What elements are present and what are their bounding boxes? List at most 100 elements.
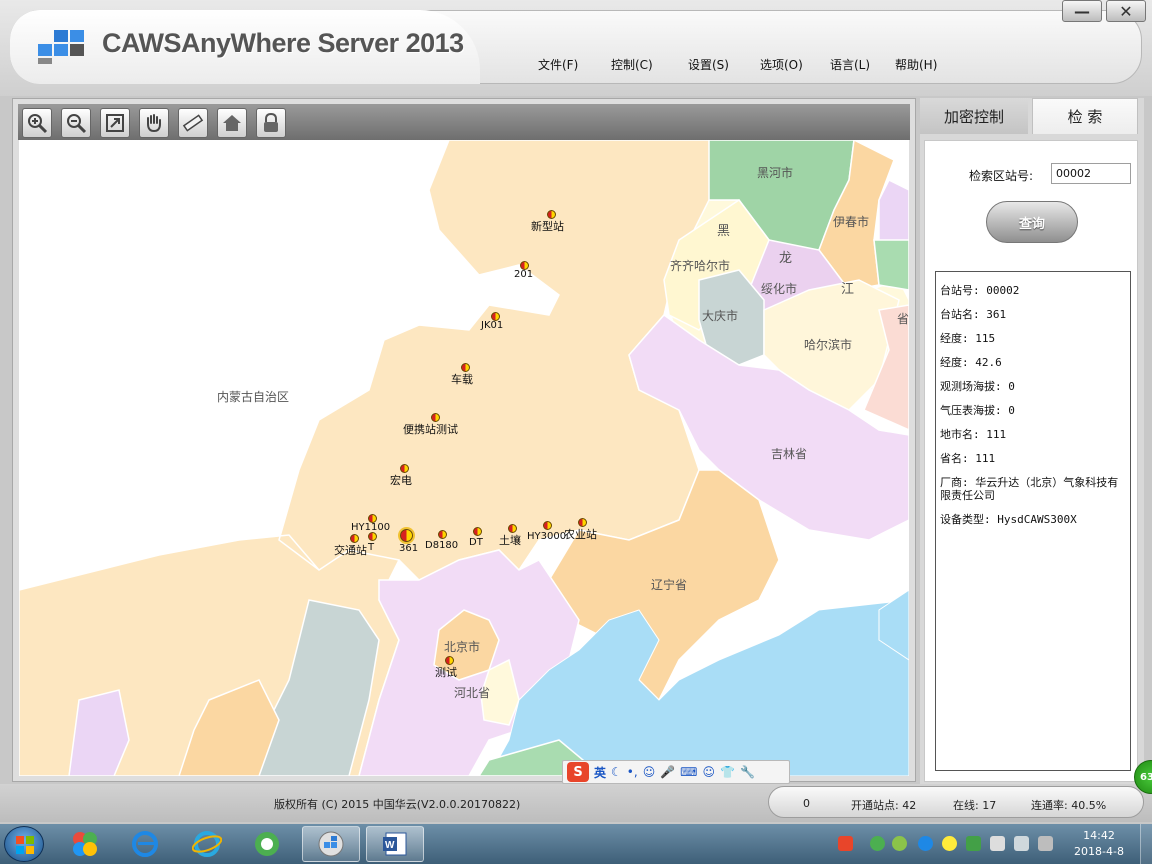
tab-search[interactable]: 检 索 (1032, 98, 1138, 134)
tray-up-icon[interactable] (966, 836, 981, 851)
menu-control[interactable]: 控制(C) (611, 56, 653, 73)
search-panel: 检索区站号: 查询 台站号: 00002 台站名: 361 经度: 115 经度… (924, 140, 1138, 782)
menu-bar: 文件(F) 控制(C) 设置(S) 选项(O) 语言(L) 帮助(H) (0, 56, 1152, 76)
clock-time: 14:42 (1083, 829, 1115, 842)
label-liaoning: 辽宁省 (651, 578, 688, 592)
punctuation-icon[interactable]: •, (627, 765, 638, 779)
taskbar: W 14:42 2018-4-8 (0, 824, 1152, 864)
taskbar-caws-app-icon[interactable] (302, 826, 360, 862)
label-daqing: 大庆市 (702, 309, 739, 323)
lock-icon (264, 113, 278, 132)
pan-button[interactable] (139, 108, 169, 138)
status-summary: 0 开通站点: 42 在线: 17 连通率: 40.5% (768, 786, 1144, 818)
label-qiqihar: 齐齐哈尔市 (670, 259, 731, 273)
clock[interactable]: 14:42 2018-4-8 (1066, 828, 1132, 860)
label-inner-mongolia: 内蒙古自治区 (217, 390, 290, 404)
map-toolbar (18, 104, 910, 140)
clock-date: 2018-4-8 (1074, 845, 1124, 858)
label-yichun: 伊春市 (833, 215, 870, 229)
close-button[interactable]: ✕ (1106, 0, 1146, 22)
info-field-altitude: 观测场海拔: 0 (940, 380, 1015, 393)
label-heihe: 黑河市 (757, 166, 794, 180)
full-extent-button[interactable] (100, 108, 130, 138)
skin-icon[interactable]: 👕 (720, 765, 735, 779)
keyboard-icon[interactable]: ⌨ (680, 765, 697, 779)
tray-grid-icon[interactable] (990, 836, 1005, 851)
microphone-icon[interactable]: 🎤 (660, 765, 675, 779)
map-canvas[interactable]: 黑河市 伊春市 黑 龙 江 齐齐哈尔市 绥化市 大庆市 哈尔滨市 省 内蒙古自治… (19, 140, 909, 776)
station-marker-icon (473, 527, 482, 536)
smiley-icon[interactable]: ☺ (643, 765, 656, 779)
status-bar: 版权所有 (C) 2015 中国华云(V2.0.0.20170822) 0 开通… (0, 784, 1152, 822)
home-button[interactable] (217, 108, 247, 138)
tray-plus-icon[interactable] (942, 836, 957, 851)
info-vendor: 厂商: 华云升达（北京）气象科技有限责任公司 (940, 476, 1119, 502)
right-panel: 加密控制 检 索 检索区站号: 查询 台站号: 00002 台站名: 361 经… (920, 98, 1144, 784)
hand-icon (147, 114, 161, 133)
label-hei: 黑 (717, 224, 731, 239)
menu-file[interactable]: 文件(F) (538, 56, 578, 73)
taskbar-360-icon[interactable] (56, 826, 114, 862)
info-station-id: 台站号: 00002 (940, 284, 1020, 297)
close-icon: ✕ (1119, 1, 1133, 21)
tray-volume-icon[interactable] (1038, 836, 1053, 851)
station-marker-icon (368, 532, 377, 541)
info-city: 地市名: 111 (940, 428, 1007, 441)
title-bar: CAWSAnyWhere Server 2013 文件(F) 控制(C) 设置(… (0, 0, 1152, 96)
region-ningxia-shape (68, 689, 130, 776)
label-long: 龙 (779, 251, 793, 266)
taskbar-ie2-icon[interactable] (178, 826, 236, 862)
info-device-type: 设备类型: HysdCAWS300X (940, 513, 1077, 526)
user-icon[interactable]: ☺ (702, 765, 715, 779)
tray-sogou-icon[interactable] (838, 836, 853, 851)
ruler-icon (182, 114, 204, 132)
tab-encryption-control[interactable]: 加密控制 (920, 98, 1028, 134)
tray-minus-icon[interactable] (918, 836, 933, 851)
sogou-logo-icon[interactable]: S (567, 762, 589, 782)
status-count: 0 (803, 797, 810, 810)
taskbar-ie-icon[interactable] (116, 826, 174, 862)
info-latitude: 经度: 42.6 (940, 356, 1002, 369)
show-desktop-button[interactable] (1140, 824, 1152, 864)
minimize-icon: — (1074, 1, 1090, 21)
windows-logo-icon (16, 836, 34, 854)
zoom-out-icon (67, 114, 87, 134)
info-longitude: 经度: 115 (940, 332, 996, 345)
home-icon (223, 115, 241, 131)
label-jilin: 吉林省 (771, 447, 808, 461)
minimize-button[interactable]: — (1062, 0, 1102, 22)
label-harbin: 哈尔滨市 (804, 338, 853, 352)
label-sheng: 省 (897, 312, 909, 326)
moon-icon[interactable]: ☾ (611, 765, 622, 779)
svg-text:W: W (385, 840, 395, 851)
tray-green-icon[interactable] (870, 836, 885, 851)
menu-language[interactable]: 语言(L) (830, 56, 870, 73)
search-station-label: 检索区站号: (969, 169, 1034, 183)
query-button[interactable]: 查询 (986, 201, 1078, 243)
station-info-box: 台站号: 00002 台站名: 361 经度: 115 经度: 42.6 观测场… (935, 271, 1131, 771)
info-barometer-altitude: 气压表海拔: 0 (940, 404, 1015, 417)
menu-help[interactable]: 帮助(H) (895, 56, 937, 73)
tray-360-icon[interactable] (892, 836, 907, 851)
measure-button[interactable] (178, 108, 208, 138)
tray-network-icon[interactable] (1014, 836, 1029, 851)
lock-button[interactable] (256, 108, 286, 138)
taskbar-word-icon[interactable]: W (366, 826, 424, 862)
app-title: CAWSAnyWhere Server 2013 (102, 28, 464, 58)
zoom-out-button[interactable] (61, 108, 91, 138)
menu-options[interactable]: 选项(O) (760, 56, 803, 73)
station-selected-marker-icon (400, 529, 413, 542)
zoom-in-button[interactable] (22, 108, 52, 138)
start-button[interactable] (4, 826, 44, 862)
station-marker-icon (543, 521, 552, 530)
wrench-icon[interactable]: 🔧 (740, 765, 755, 779)
taskbar-green-browser-icon[interactable] (238, 826, 296, 862)
copyright-text: 版权所有 (C) 2015 中国华云(V2.0.0.20170822) (274, 798, 521, 811)
status-connect-rate: 连通率: 40.5% (1031, 799, 1107, 812)
search-station-input[interactable] (1051, 163, 1131, 184)
ime-language[interactable]: 英 (594, 764, 606, 781)
label-suihua: 绥化市 (761, 282, 798, 296)
menu-settings[interactable]: 设置(S) (688, 56, 729, 73)
label-hebei: 河北省 (454, 686, 491, 700)
full-extent-icon (106, 114, 124, 132)
